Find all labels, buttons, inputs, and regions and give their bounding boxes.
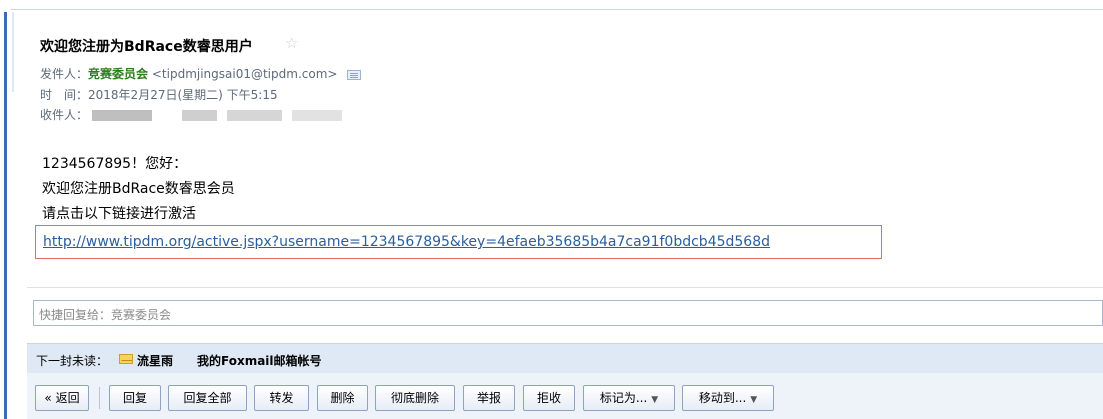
top-strip — [0, 0, 1103, 10]
recipient-redacted-3 — [226, 110, 282, 121]
from-label: 发件人： — [40, 67, 89, 81]
move-to-label: 移动到... — [698, 391, 747, 405]
quick-reply-placeholder: 快捷回复给：竞赛委员会 — [39, 308, 172, 322]
reply-all-button[interactable]: 回复全部 — [168, 385, 247, 411]
next-unread-subject[interactable]: 我的Foxmail邮箱帐号 — [197, 352, 322, 369]
email-header: 欢迎您注册为BdRace数睿思用户 ☆ 发件人：竞赛委员会 <tipdmjing… — [27, 26, 1103, 128]
recipient-redacted-gap-3 — [281, 110, 292, 121]
delete-permanently-button[interactable]: 彻底删除 — [375, 385, 455, 411]
recipient-redacted — [91, 110, 152, 121]
time-value: 2018年2月27日(星期二) 下午5:15 — [88, 88, 278, 102]
email-subject: 欢迎您注册为BdRace数睿思用户 — [40, 39, 253, 55]
reply-button[interactable]: 回复 — [109, 385, 161, 411]
next-unread-sender[interactable]: 流星雨 — [137, 352, 173, 369]
to-row: 收件人： — [40, 106, 342, 123]
move-to-button[interactable]: 移动到... ▼ — [682, 385, 774, 411]
chevron-down-icon: ▼ — [750, 395, 758, 405]
greeting-text: 1234567895！您好： — [42, 156, 188, 172]
action-toolbar: « 返回 回复 回复全部 转发 删除 彻底删除 举报 拒收 标记为... ▼ 移动… — [27, 373, 1103, 419]
recipient-redacted-2 — [181, 110, 217, 121]
star-icon[interactable]: ☆ — [285, 34, 298, 52]
chevron-down-icon: ▼ — [651, 395, 659, 405]
back-button[interactable]: « 返回 — [35, 385, 89, 411]
activation-link[interactable]: http://www.tipdm.org/active.jspx?usernam… — [43, 234, 770, 250]
next-unread-label: 下一封未读： — [36, 354, 109, 368]
from-row: 发件人：竞赛委员会 <tipdmjingsai01@tipdm.com> — [40, 65, 362, 82]
contact-card-icon[interactable] — [347, 69, 362, 80]
body-line-1: 欢迎您注册BdRace数睿思会员 — [42, 181, 235, 197]
body-line-2: 请点击以下链接进行激活 — [42, 206, 196, 222]
activation-link-highlight: http://www.tipdm.org/active.jspx?usernam… — [35, 225, 882, 259]
quick-reply-input[interactable]: 快捷回复给：竞赛委员会 — [33, 300, 1103, 326]
forward-button[interactable]: 转发 — [254, 385, 309, 411]
divider — [27, 287, 1103, 288]
envelope-icon — [119, 354, 133, 364]
time-label: 时 间： — [40, 88, 89, 102]
mark-as-button[interactable]: 标记为... ▼ — [583, 385, 675, 411]
mark-as-label: 标记为... — [599, 391, 648, 405]
left-rail-bar — [4, 12, 7, 419]
left-rail — [0, 0, 14, 419]
to-label: 收件人： — [40, 108, 89, 122]
left-rail-shadow — [12, 12, 14, 92]
delete-button[interactable]: 删除 — [317, 385, 368, 411]
recipient-redacted-gap — [151, 110, 182, 121]
time-row: 时 间：2018年2月27日(星期二) 下午5:15 — [40, 86, 278, 103]
from-address: <tipdmjingsai01@tipdm.com> — [151, 67, 338, 81]
reject-button[interactable]: 拒收 — [523, 385, 575, 411]
report-button[interactable]: 举报 — [463, 385, 515, 411]
recipient-redacted-gap-2 — [216, 110, 227, 121]
next-unread-bar: 下一封未读： 流星雨 我的Foxmail邮箱帐号 — [27, 343, 1103, 373]
toolbar-separator — [99, 387, 100, 409]
from-name[interactable]: 竞赛委员会 — [88, 67, 148, 81]
recipient-redacted-4 — [291, 110, 342, 121]
